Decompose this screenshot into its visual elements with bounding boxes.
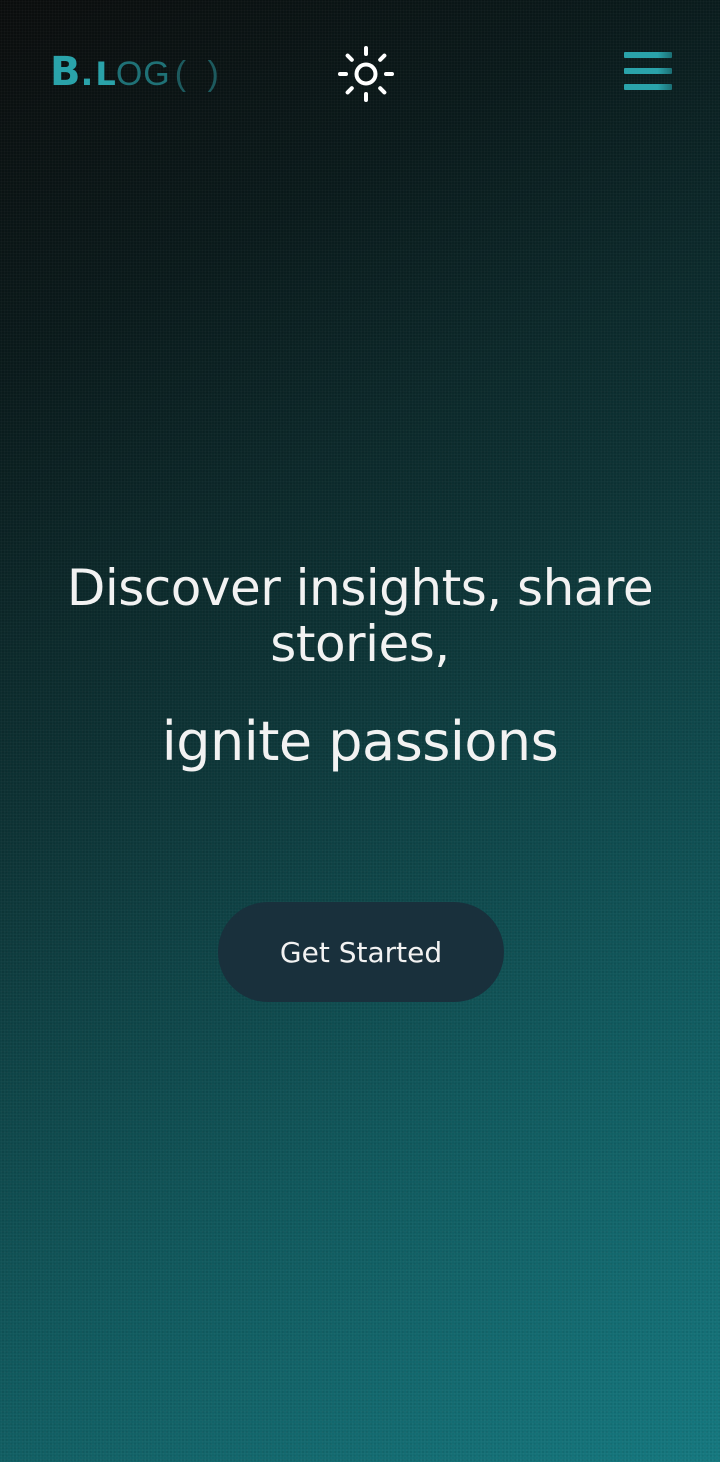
menu-bar-middle xyxy=(624,68,672,74)
logo-letter-l: L xyxy=(95,55,116,93)
hero: Discover insights, share stories, ignite… xyxy=(0,560,720,772)
logo-letters-og: OG xyxy=(115,55,171,93)
logo-dot: . xyxy=(80,54,94,94)
get-started-button[interactable]: Get Started xyxy=(218,902,504,1002)
hero-headline: Discover insights, share stories, xyxy=(66,559,654,673)
menu-bar-top xyxy=(624,52,672,58)
sun-icon xyxy=(338,46,394,102)
navbar: B . L OG ( ) xyxy=(0,0,720,150)
menu-button[interactable] xyxy=(622,52,674,96)
theme-toggle-button[interactable] xyxy=(337,45,395,103)
logo[interactable]: B . L OG ( ) xyxy=(50,52,225,102)
logo-parens: ( ) xyxy=(174,55,225,93)
menu-bar-bottom xyxy=(624,84,672,90)
hero-tagline: ignite passions xyxy=(161,710,559,773)
logo-letter-b: B xyxy=(50,49,81,95)
